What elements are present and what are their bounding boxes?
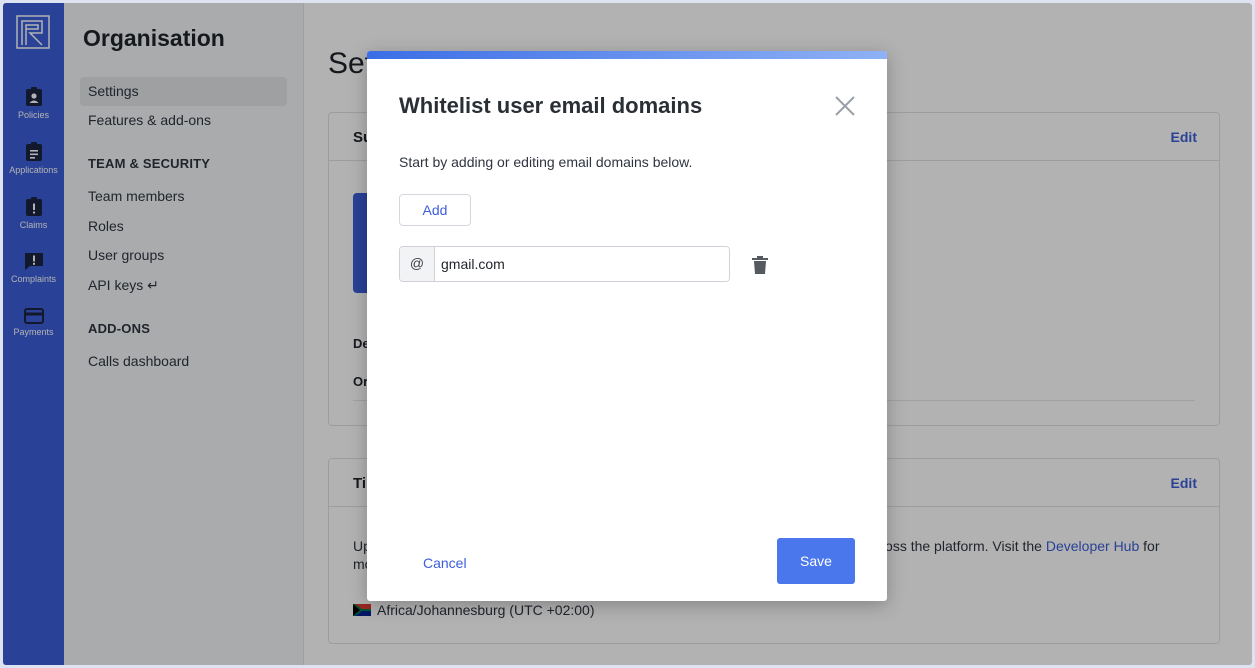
trash-icon[interactable] (752, 256, 768, 274)
app-window: Policies Applications Claims Complaints … (3, 3, 1252, 665)
whitelist-domains-modal: Whitelist user email domains Start by ad… (367, 51, 887, 601)
save-button[interactable]: Save (777, 538, 855, 584)
add-domain-button[interactable]: Add (399, 194, 471, 226)
at-prefix: @ (400, 247, 435, 281)
modal-accent-bar (367, 51, 887, 59)
domain-input[interactable] (435, 247, 729, 281)
modal-description: Start by adding or editing email domains… (399, 154, 693, 170)
close-icon[interactable] (833, 94, 857, 118)
domain-input-group: @ (399, 246, 730, 282)
cancel-button[interactable]: Cancel (423, 555, 467, 571)
modal-title: Whitelist user email domains (399, 93, 703, 118)
